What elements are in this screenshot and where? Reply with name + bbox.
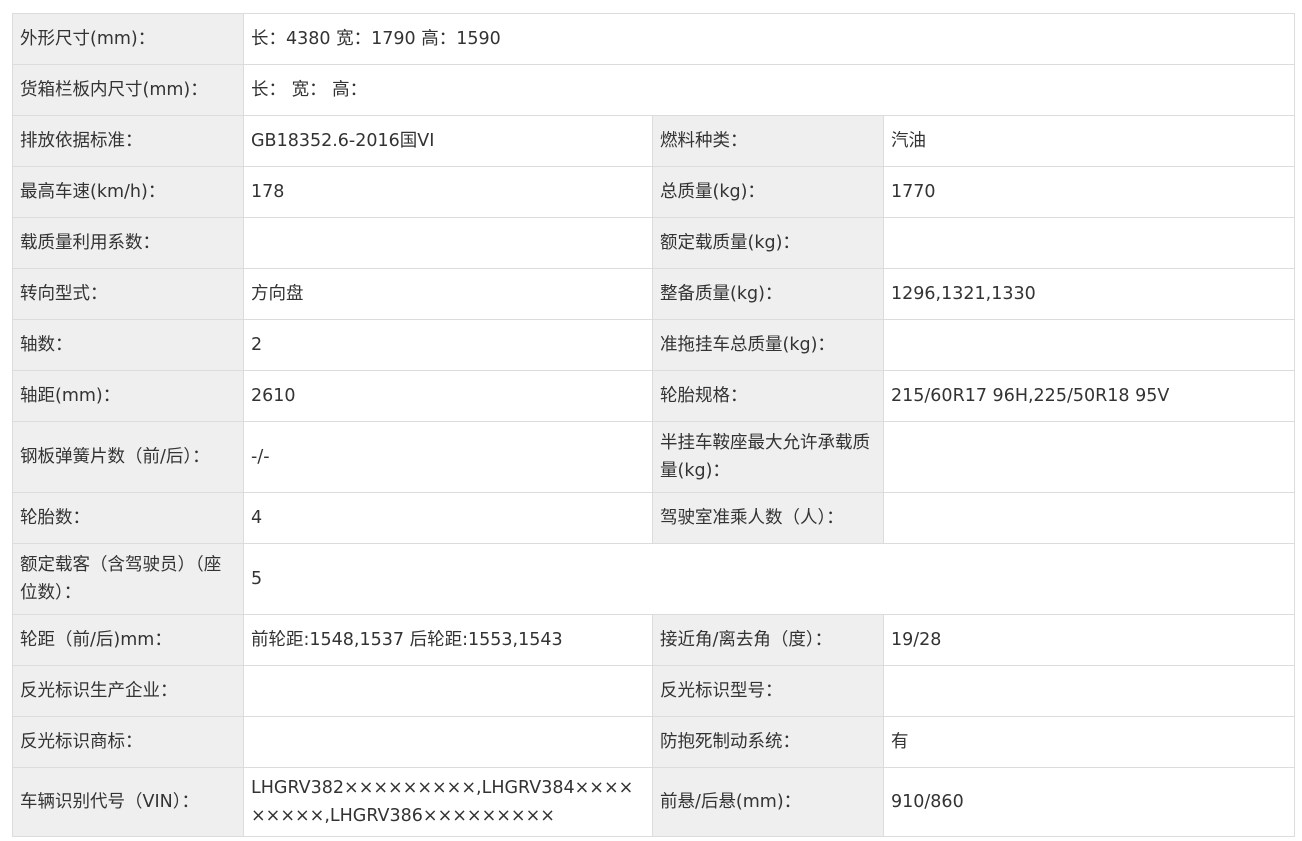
label-rated-passengers: 额定载客（含驾驶员）（座位数）： <box>12 543 244 615</box>
value-cab-capacity <box>882 492 1296 544</box>
label-curb-mass: 整备质量(kg)： <box>652 268 884 320</box>
table-row: 车辆识别代号（VIN）： LHGRV382×××××××××,LHGRV384×… <box>12 767 1296 837</box>
label-track-width: 轮距（前/后)mm： <box>12 614 244 666</box>
label-wheelbase: 轴距(mm)： <box>12 370 244 422</box>
value-emission-standard: GB18352.6-2016国VI <box>243 115 653 167</box>
value-rated-passengers: 5 <box>242 543 1296 615</box>
value-cargo-box-dimensions: 长： 宽： 高： <box>242 64 1296 116</box>
value-curb-mass: 1296,1321,1330 <box>882 268 1296 320</box>
vehicle-spec-table: 外形尺寸(mm)： 长：4380 宽：1790 高：1590 货箱栏板内尺寸(m… <box>12 13 1296 837</box>
label-max-speed: 最高车速(km/h)： <box>12 166 244 218</box>
value-reflector-manufacturer <box>243 665 653 717</box>
label-steering-type: 转向型式： <box>12 268 244 320</box>
value-trailer-mass <box>882 319 1296 371</box>
value-vin: LHGRV382×××××××××,LHGRV384×××××××××,LHGR… <box>243 767 653 837</box>
table-row: 轮距（前/后)mm： 前轮距:1548,1537 后轮距:1553,1543 接… <box>12 614 1296 666</box>
table-row: 货箱栏板内尺寸(mm)： 长： 宽： 高： <box>12 64 1296 116</box>
table-row: 钢板弹簧片数（前/后）： -/- 半挂车鞍座最大允许承载质量(kg)： <box>12 421 1296 493</box>
value-leaf-spring-count: -/- <box>243 421 653 493</box>
value-load-utilization <box>243 217 653 269</box>
label-reflector-model: 反光标识型号： <box>652 665 884 717</box>
table-row: 外形尺寸(mm)： 长：4380 宽：1790 高：1590 <box>12 13 1296 65</box>
value-rated-load <box>882 217 1296 269</box>
value-track-width: 前轮距:1548,1537 后轮距:1553,1543 <box>243 614 653 666</box>
table-row: 轴距(mm)： 2610 轮胎规格： 215/60R17 96H,225/50R… <box>12 370 1296 422</box>
label-tire-spec: 轮胎规格： <box>652 370 884 422</box>
table-row: 轮胎数： 4 驾驶室准乘人数（人）： <box>12 492 1296 544</box>
value-reflector-model <box>882 665 1296 717</box>
label-cargo-box-dimensions: 货箱栏板内尺寸(mm)： <box>12 64 244 116</box>
label-load-utilization: 载质量利用系数： <box>12 217 244 269</box>
value-tire-spec: 215/60R17 96H,225/50R18 95V <box>882 370 1296 422</box>
table-row: 反光标识商标： 防抱死制动系统： 有 <box>12 716 1296 768</box>
label-reflector-brand: 反光标识商标： <box>12 716 244 768</box>
label-vin: 车辆识别代号（VIN）： <box>12 767 244 837</box>
label-saddle-load: 半挂车鞍座最大允许承载质量(kg)： <box>652 421 884 493</box>
label-tire-count: 轮胎数： <box>12 492 244 544</box>
label-rated-load: 额定载质量(kg)： <box>652 217 884 269</box>
label-overall-dimensions: 外形尺寸(mm)： <box>12 13 244 65</box>
table-row: 转向型式： 方向盘 整备质量(kg)： 1296,1321,1330 <box>12 268 1296 320</box>
table-row: 反光标识生产企业： 反光标识型号： <box>12 665 1296 717</box>
value-saddle-load <box>882 421 1296 493</box>
table-row: 轴数： 2 准拖挂车总质量(kg)： <box>12 319 1296 371</box>
label-abs: 防抱死制动系统： <box>652 716 884 768</box>
value-fuel-type: 汽油 <box>882 115 1296 167</box>
table-row: 排放依据标准： GB18352.6-2016国VI 燃料种类： 汽油 <box>12 115 1296 167</box>
value-wheelbase: 2610 <box>243 370 653 422</box>
label-leaf-spring-count: 钢板弹簧片数（前/后）： <box>12 421 244 493</box>
label-axle-count: 轴数： <box>12 319 244 371</box>
label-overhang: 前悬/后悬(mm)： <box>652 767 884 837</box>
value-steering-type: 方向盘 <box>243 268 653 320</box>
table-row: 最高车速(km/h)： 178 总质量(kg)： 1770 <box>12 166 1296 218</box>
label-fuel-type: 燃料种类： <box>652 115 884 167</box>
label-total-mass: 总质量(kg)： <box>652 166 884 218</box>
label-cab-capacity: 驾驶室准乘人数（人）： <box>652 492 884 544</box>
value-abs: 有 <box>882 716 1296 768</box>
label-trailer-mass: 准拖挂车总质量(kg)： <box>652 319 884 371</box>
label-emission-standard: 排放依据标准： <box>12 115 244 167</box>
label-approach-departure-angle: 接近角/离去角（度）： <box>652 614 884 666</box>
value-overall-dimensions: 长：4380 宽：1790 高：1590 <box>242 13 1296 65</box>
value-axle-count: 2 <box>243 319 653 371</box>
label-reflector-manufacturer: 反光标识生产企业： <box>12 665 244 717</box>
value-overhang: 910/860 <box>882 767 1296 837</box>
table-row: 额定载客（含驾驶员）（座位数）： 5 <box>12 543 1296 615</box>
table-row: 载质量利用系数： 额定载质量(kg)： <box>12 217 1296 269</box>
value-tire-count: 4 <box>243 492 653 544</box>
value-reflector-brand <box>243 716 653 768</box>
value-max-speed: 178 <box>243 166 653 218</box>
value-approach-departure-angle: 19/28 <box>882 614 1296 666</box>
value-total-mass: 1770 <box>882 166 1296 218</box>
